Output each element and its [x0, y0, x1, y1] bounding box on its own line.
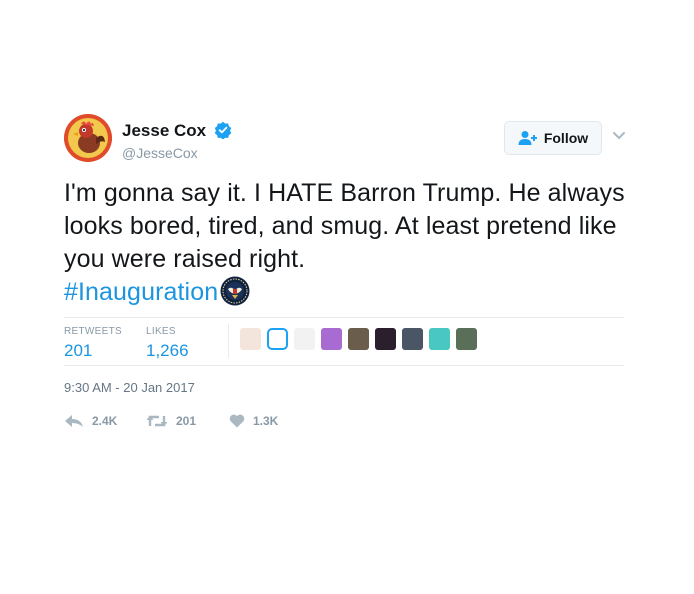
reply-count: 2.4K	[92, 414, 118, 428]
liker-avatar[interactable]	[294, 328, 315, 350]
heart-icon	[229, 414, 245, 428]
retweet-icon	[146, 415, 168, 427]
add-user-icon	[518, 131, 537, 145]
likes-label: LIKES	[146, 326, 176, 337]
tweet-body: I'm gonna say it. I HATE Barron Trump. H…	[64, 179, 625, 273]
author-name[interactable]: Jesse Cox	[122, 121, 206, 141]
liker-avatar[interactable]	[240, 328, 261, 350]
follow-button-label: Follow	[543, 130, 589, 146]
liker-avatar[interactable]	[375, 328, 396, 350]
like-button[interactable]: 1.3K	[229, 414, 278, 428]
reply-icon	[65, 415, 83, 427]
hashtag-link[interactable]: #Inauguration	[64, 278, 218, 306]
like-count: 1.3K	[253, 414, 279, 428]
verified-badge-icon	[214, 121, 232, 139]
presidential-seal-icon	[220, 276, 250, 306]
retweets-count[interactable]: 201	[64, 341, 92, 361]
follow-button[interactable]: Follow	[504, 121, 602, 155]
liker-avatar[interactable]	[267, 328, 288, 350]
retweet-count: 201	[176, 414, 197, 428]
likes-count[interactable]: 1,266	[146, 341, 189, 361]
author-handle[interactable]: @JesseCox	[122, 145, 198, 161]
tweet-text: I'm gonna say it. I HATE Barron Trump. H…	[64, 177, 634, 309]
author-avatar[interactable]	[64, 114, 112, 162]
divider-bottom	[64, 365, 624, 366]
rooster-icon	[64, 114, 112, 162]
stats-separator	[228, 324, 229, 358]
tweet-card: Jesse Cox @JesseCox Follow I'm gonna say…	[0, 0, 694, 594]
liker-avatar[interactable]	[456, 328, 477, 350]
chevron-down-icon[interactable]	[612, 131, 626, 141]
liker-avatar[interactable]	[348, 328, 369, 350]
liker-avatars	[240, 328, 477, 350]
retweet-button[interactable]: 201	[146, 414, 196, 428]
liker-avatar[interactable]	[429, 328, 450, 350]
divider-top	[64, 317, 624, 318]
reply-button[interactable]: 2.4K	[64, 414, 117, 428]
liker-avatar[interactable]	[402, 328, 423, 350]
liker-avatar[interactable]	[321, 328, 342, 350]
tweet-timestamp[interactable]: 9:30 AM - 20 Jan 2017	[64, 380, 195, 395]
retweets-label: RETWEETS	[64, 326, 122, 337]
